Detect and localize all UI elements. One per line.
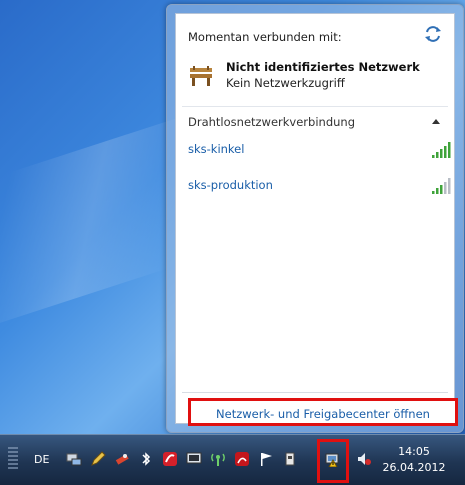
network-name: Nicht identifiziertes Netzwerk (226, 60, 420, 74)
pencil-icon[interactable] (90, 451, 106, 467)
clock-date[interactable]: 26.04.2012 (379, 461, 449, 474)
wifi-item-sks-kinkel[interactable]: sks-kinkel (188, 142, 452, 162)
wireless-icon[interactable] (210, 451, 226, 467)
divider (182, 106, 448, 107)
clock-time[interactable]: 14:05 (379, 445, 449, 458)
bluetooth-icon[interactable] (138, 451, 154, 467)
device-icon[interactable] (282, 451, 298, 467)
monitor-icon[interactable] (186, 451, 202, 467)
network-center-button[interactable]: Netzwerk- und Freigabecenter öffnen (188, 398, 458, 426)
pdf-icon[interactable] (234, 451, 250, 467)
network-flyout-panel: Momentan verbunden mit: Nicht identifizi… (175, 13, 458, 426)
connected-label: Momentan verbunden mit: (188, 30, 342, 44)
antivirus-icon[interactable] (162, 451, 178, 467)
wifi-name: sks-kinkel (188, 142, 245, 156)
chevron-up-icon[interactable] (432, 118, 440, 124)
network-config-icon[interactable] (66, 451, 82, 467)
wifi-item-sks-produktion[interactable]: sks-produktion (188, 178, 452, 198)
wifi-name: sks-produktion (188, 178, 273, 192)
current-network: Nicht identifiziertes Netzwerk Kein Netz… (188, 60, 448, 100)
refresh-icon[interactable] (424, 26, 442, 42)
bench-icon (190, 66, 212, 86)
network-center-link[interactable]: Netzwerk- und Freigabecenter öffnen (191, 407, 455, 421)
highlight-box (317, 439, 349, 483)
tool-icon[interactable] (114, 451, 130, 467)
language-indicator[interactable]: DE (34, 453, 49, 466)
taskbar: DE 14:05 26.04.2012 (0, 434, 465, 485)
signal-strength-icon (432, 142, 451, 158)
signal-strength-icon (432, 178, 451, 194)
network-flyout: Momentan verbunden mit: Nicht identifizi… (166, 4, 464, 433)
flag-icon[interactable] (258, 451, 274, 467)
footer-divider (182, 392, 448, 393)
section-header: Drahtlosnetzwerkverbindung (188, 115, 355, 129)
volume-icon[interactable] (356, 451, 372, 467)
network-status: Kein Netzwerkzugriff (226, 76, 345, 90)
taskbar-grip[interactable] (8, 447, 18, 471)
